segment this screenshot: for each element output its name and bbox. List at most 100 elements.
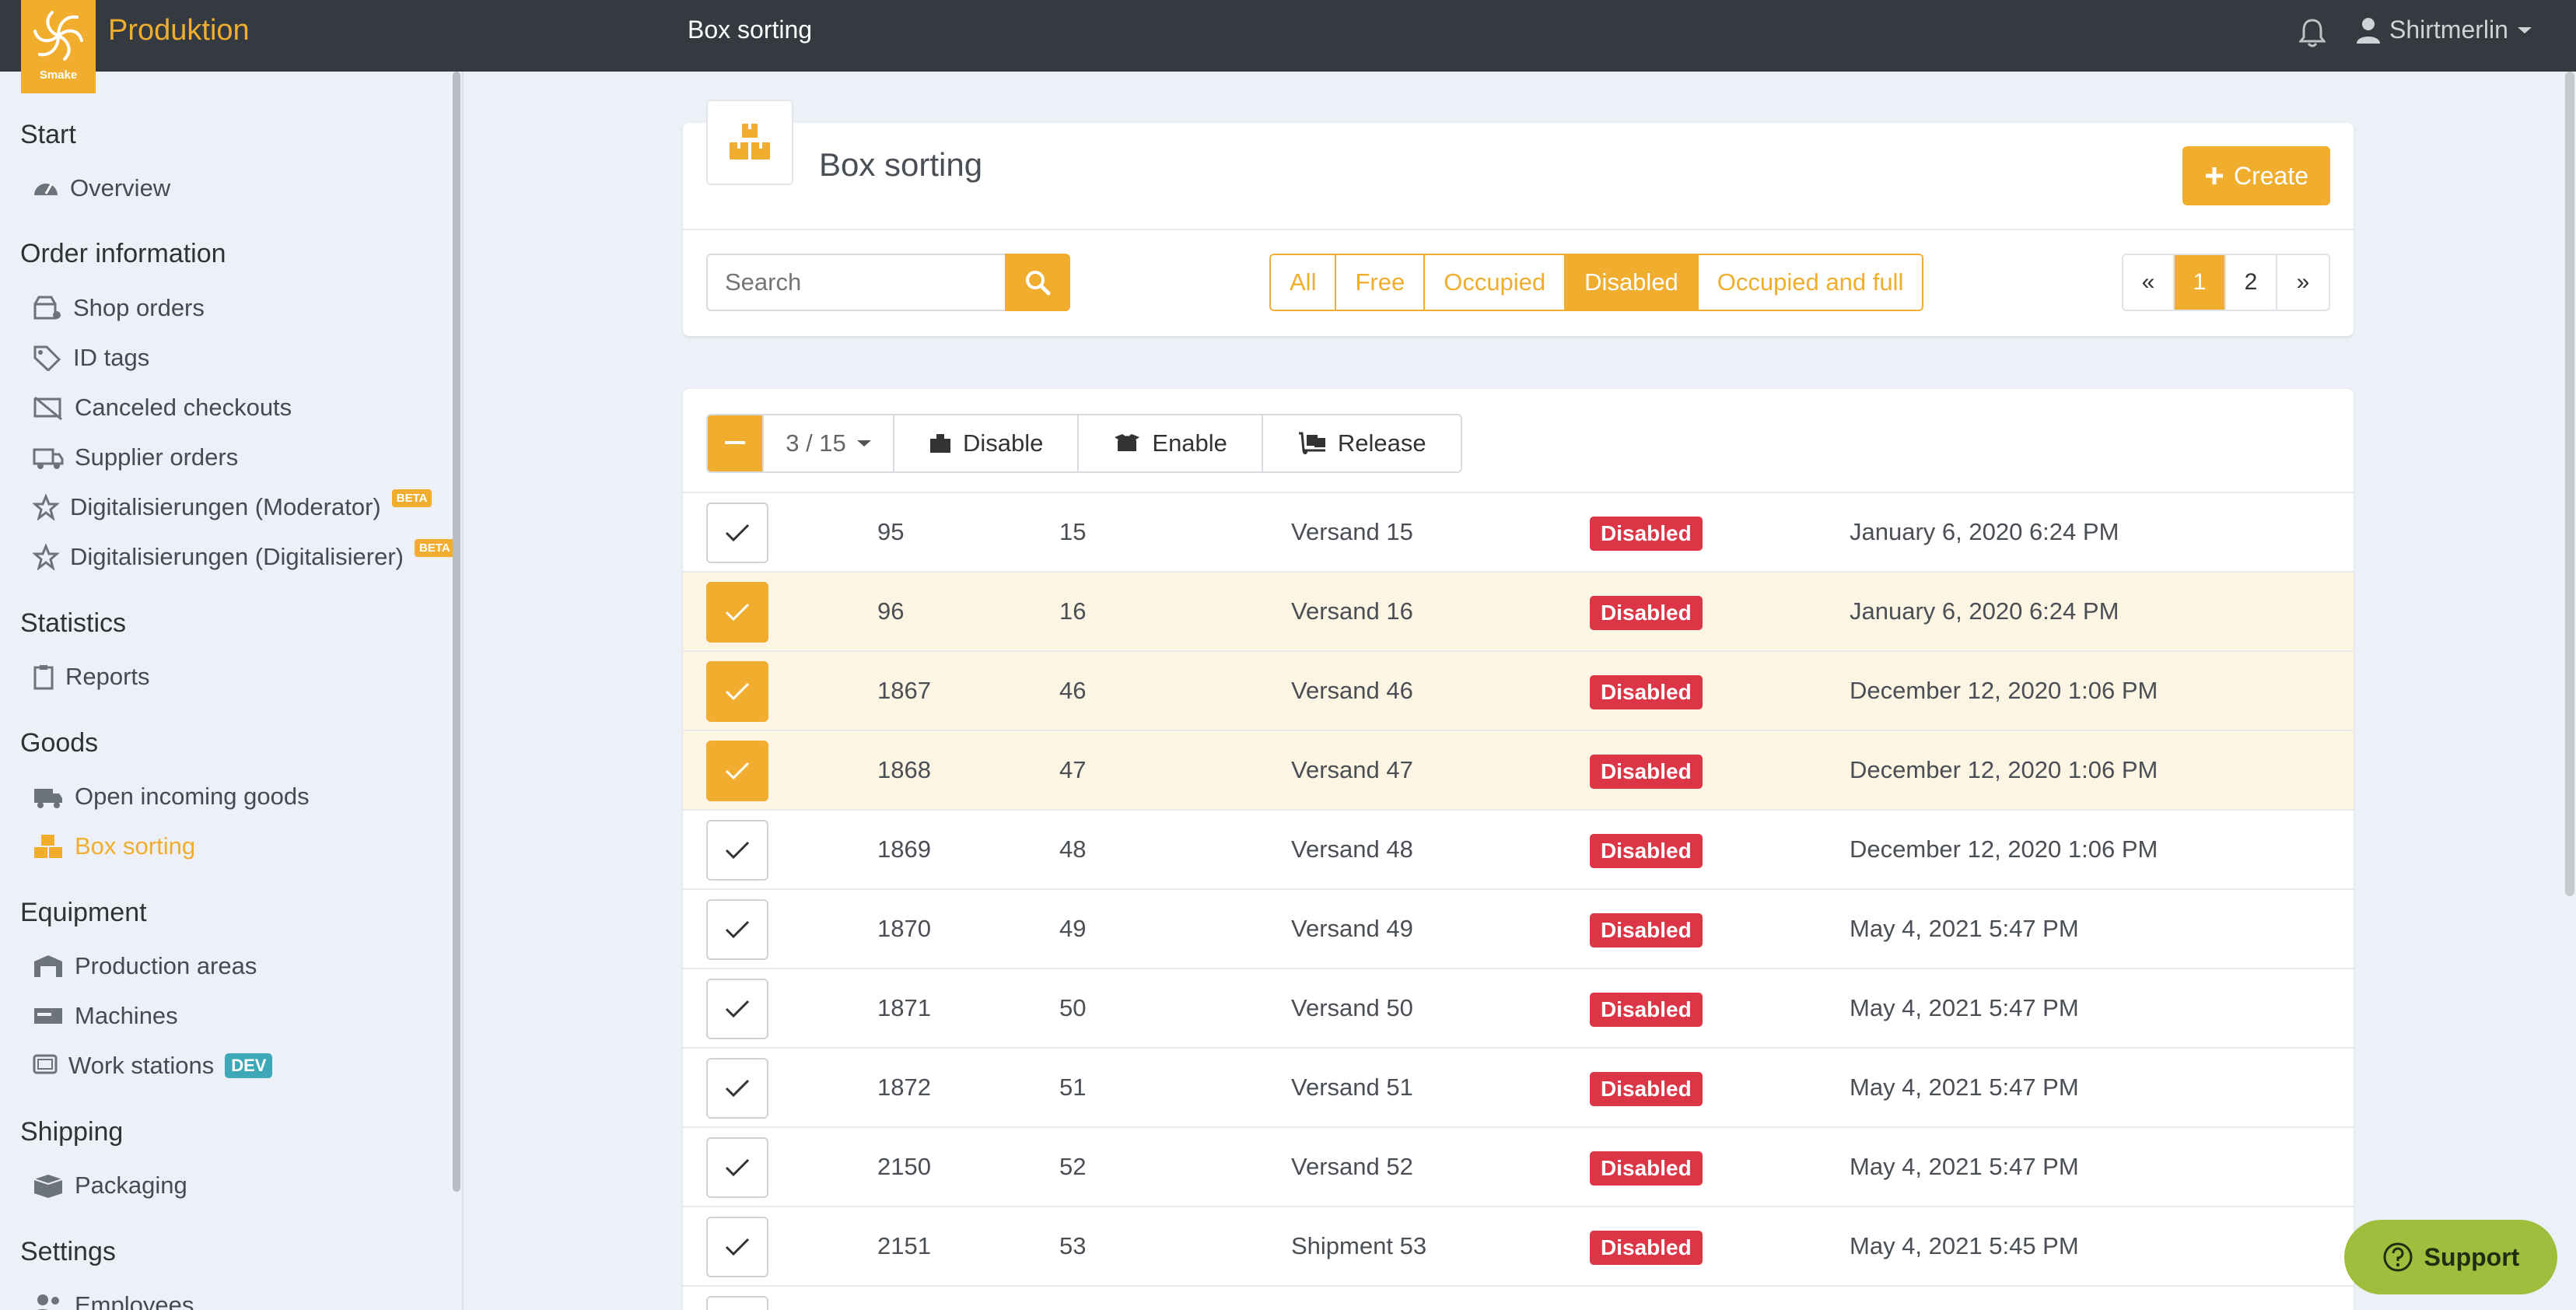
row-date: December 12, 2020 1:06 PM [1850, 835, 2158, 863]
row-checkbox[interactable] [706, 582, 768, 643]
support-button[interactable]: Support [2344, 1220, 2557, 1294]
table-row[interactable]: 1867 46 Versand 46 Disabled December 12, 202… [683, 650, 2354, 730]
smake-logo[interactable]: Smake [21, 0, 96, 93]
sidebar-item-packaging[interactable]: Packaging [33, 1172, 187, 1200]
row-name: Shipment 53 [1291, 1232, 1427, 1259]
sidebar-item-digitalisierungen-digitalisierer[interactable]: Digitalisierungen (Digitalisierer) BETA [33, 538, 455, 571]
sidebar-item-box-sorting[interactable]: Box sorting [33, 832, 195, 860]
sidebar-item-supplier-orders[interactable]: Supplier orders [33, 443, 238, 471]
filter-disabled[interactable]: Disabled [1566, 255, 1699, 310]
pagination-page-1[interactable]: 1 [2175, 255, 2226, 310]
sidebar-item-machines[interactable]: Machines [33, 1002, 178, 1030]
row-name: Versand 47 [1291, 756, 1413, 783]
table-row[interactable]: 1872 51 Versand 51 Disabled May 4, 2021 5:47… [683, 1047, 2354, 1126]
table-row[interactable]: 96 16 Versand 16 Disabled January 6, 2020 6:… [683, 571, 2354, 650]
chevron-down-icon [2517, 26, 2532, 33]
topbar-page-title: Box sorting [688, 16, 813, 44]
row-checkbox[interactable] [706, 899, 768, 960]
sidebar-section-shipping: Shipping [20, 1117, 124, 1147]
sidebar-item-shop-orders[interactable]: Shop orders [33, 294, 205, 322]
row-name: Versand 49 [1291, 915, 1413, 942]
bell-icon[interactable] [2299, 17, 2326, 48]
filter-occupied-and-full[interactable]: Occupied and full [1698, 255, 1923, 310]
support-label: Support [2424, 1242, 2520, 1271]
filter-free[interactable]: Free [1336, 255, 1426, 310]
pagination-next[interactable]: » [2277, 255, 2329, 310]
checkmark-icon [725, 603, 750, 622]
disable-label: Disable [963, 429, 1044, 457]
row-id: 2151 [877, 1232, 931, 1259]
row-number: 15 [1059, 518, 1087, 545]
packaging-icon [33, 1175, 63, 1198]
table-row[interactable]: 2150 52 Versand 52 Disabled May 4, 2021 5:47… [683, 1126, 2354, 1206]
search-input[interactable] [706, 254, 1005, 311]
sidebar-section-equipment: Equipment [20, 898, 147, 927]
filter-occupied[interactable]: Occupied [1425, 255, 1566, 310]
table-row[interactable]: 1870 49 Versand 49 Disabled May 4, 2021 5:47… [683, 888, 2354, 968]
sidebar-item-label: Work stations [68, 1052, 215, 1079]
table-row[interactable]: 1868 47 Versand 47 Disabled December 12, 202… [683, 730, 2354, 809]
search-button[interactable] [1005, 254, 1070, 311]
deselect-all-button[interactable] [708, 415, 764, 471]
sidebar-item-open-incoming-goods[interactable]: Open incoming goods [33, 783, 310, 811]
sidebar-item-digitalisierungen-moderator[interactable]: Digitalisierungen (Moderator) BETA [33, 489, 432, 521]
row-id: 96 [877, 597, 905, 625]
caret-down-icon [856, 440, 871, 447]
row-id: 1870 [877, 915, 931, 942]
sidebar-item-overview[interactable]: Overview [33, 174, 170, 202]
status-badge: Disabled [1590, 755, 1703, 789]
row-number: 46 [1059, 677, 1087, 704]
sidebar-scrollbar[interactable] [453, 72, 460, 1192]
table-row[interactable]: 1871 50 Versand 50 Disabled May 4, 2021 5:47… [683, 968, 2354, 1047]
sidebar-section-settings: Settings [20, 1237, 116, 1266]
row-date: May 4, 2021 5:47 PM [1850, 1074, 2079, 1101]
user-menu[interactable]: Shirtmerlin [2357, 16, 2532, 44]
search-icon [1026, 271, 1051, 296]
filter-all[interactable]: All [1271, 255, 1337, 310]
row-checkbox[interactable] [706, 741, 768, 801]
row-checkbox[interactable] [706, 1137, 768, 1198]
sidebar-item-canceled-checkouts[interactable]: Canceled checkouts [33, 394, 292, 422]
minus-icon [725, 441, 745, 444]
row-number: 51 [1059, 1074, 1087, 1101]
disable-button[interactable]: Disable [894, 415, 1080, 471]
boxes-icon [34, 835, 62, 858]
row-checkbox[interactable] [706, 979, 768, 1039]
pagination-prev[interactable]: « [2123, 255, 2175, 310]
row-number: 47 [1059, 756, 1087, 783]
page-title: Box sorting [819, 146, 983, 183]
selection-count-dropdown[interactable]: 3 / 15 [764, 415, 894, 471]
row-checkbox[interactable] [706, 1217, 768, 1277]
tags-icon [33, 345, 61, 371]
release-button[interactable]: Release [1262, 415, 1461, 471]
digitize-icon [33, 544, 59, 570]
row-checkbox[interactable] [706, 503, 768, 563]
status-badge: Disabled [1590, 1072, 1703, 1106]
row-id: 1867 [877, 677, 931, 704]
row-checkbox[interactable] [706, 820, 768, 881]
main-scrollbar[interactable] [2565, 72, 2574, 896]
canceled-checkout-icon [33, 396, 62, 421]
sidebar-item-reports[interactable]: Reports [33, 663, 150, 691]
header-divider [683, 229, 2354, 230]
table-row[interactable]: 95 15 Versand 15 Disabled January 6, 2020 6:… [683, 492, 2354, 571]
table-row[interactable]: 2151 53 Shipment 53 Disabled May 4, 2021 5:4… [683, 1206, 2354, 1285]
sidebar-item-id-tags[interactable]: ID tags [33, 344, 149, 372]
table-row[interactable] [683, 1285, 2354, 1310]
pagination-page-2[interactable]: 2 [2226, 255, 2277, 310]
status-badge: Disabled [1590, 1151, 1703, 1186]
enable-button[interactable]: Enable [1079, 415, 1263, 471]
sidebar-item-work-stations[interactable]: Work stations DEV [33, 1052, 273, 1080]
row-checkbox[interactable] [706, 661, 768, 722]
sidebar-item-employees[interactable]: Employees [33, 1291, 194, 1310]
row-date: January 6, 2020 6:24 PM [1850, 518, 2119, 545]
sidebar-item-production-areas[interactable]: Production areas [33, 952, 257, 980]
app-brand[interactable]: Produktion [108, 14, 250, 47]
row-checkbox[interactable] [706, 1058, 768, 1119]
row-number: 50 [1059, 994, 1087, 1021]
table-row[interactable]: 1869 48 Versand 48 Disabled December 12, 202… [683, 809, 2354, 888]
row-checkbox[interactable] [706, 1296, 768, 1310]
row-id: 2150 [877, 1153, 931, 1180]
create-button[interactable]: Create [2182, 146, 2330, 205]
row-date: May 4, 2021 5:45 PM [1850, 1232, 2079, 1259]
